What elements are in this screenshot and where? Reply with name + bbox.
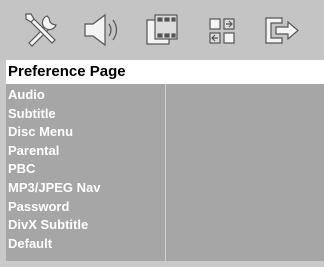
menu-item-audio[interactable]: Audio xyxy=(6,86,165,105)
option-panel xyxy=(167,84,324,261)
menu-item-pbc[interactable]: PBC xyxy=(6,160,165,179)
audio-setup-icon[interactable] xyxy=(80,8,124,52)
exit-icon[interactable] xyxy=(260,8,304,52)
menu-item-disc-menu[interactable]: Disc Menu xyxy=(6,123,165,142)
menu-panel: Audio Subtitle Disc Menu Parental PBC MP… xyxy=(6,84,324,261)
video-setup-icon[interactable] xyxy=(140,8,184,52)
general-setup-icon[interactable] xyxy=(20,8,64,52)
menu-item-divx-subtitle[interactable]: DivX Subtitle xyxy=(6,216,165,235)
setup-toolbar xyxy=(0,0,324,60)
menu-item-default[interactable]: Default xyxy=(6,235,165,254)
menu-item-parental[interactable]: Parental xyxy=(6,142,165,161)
menu-item-password[interactable]: Password xyxy=(6,198,165,217)
preference-setup-icon[interactable] xyxy=(200,8,244,52)
menu-item-subtitle[interactable]: Subtitle xyxy=(6,105,165,124)
setup-menu-screen: Preference Page Audio Subtitle Disc Menu… xyxy=(0,0,324,267)
bottom-strip xyxy=(0,261,324,267)
page-title: Preference Page xyxy=(6,60,324,84)
menu-item-mp3-jpeg-nav[interactable]: MP3/JPEG Nav xyxy=(6,179,165,198)
menu-list: Audio Subtitle Disc Menu Parental PBC MP… xyxy=(6,84,166,261)
